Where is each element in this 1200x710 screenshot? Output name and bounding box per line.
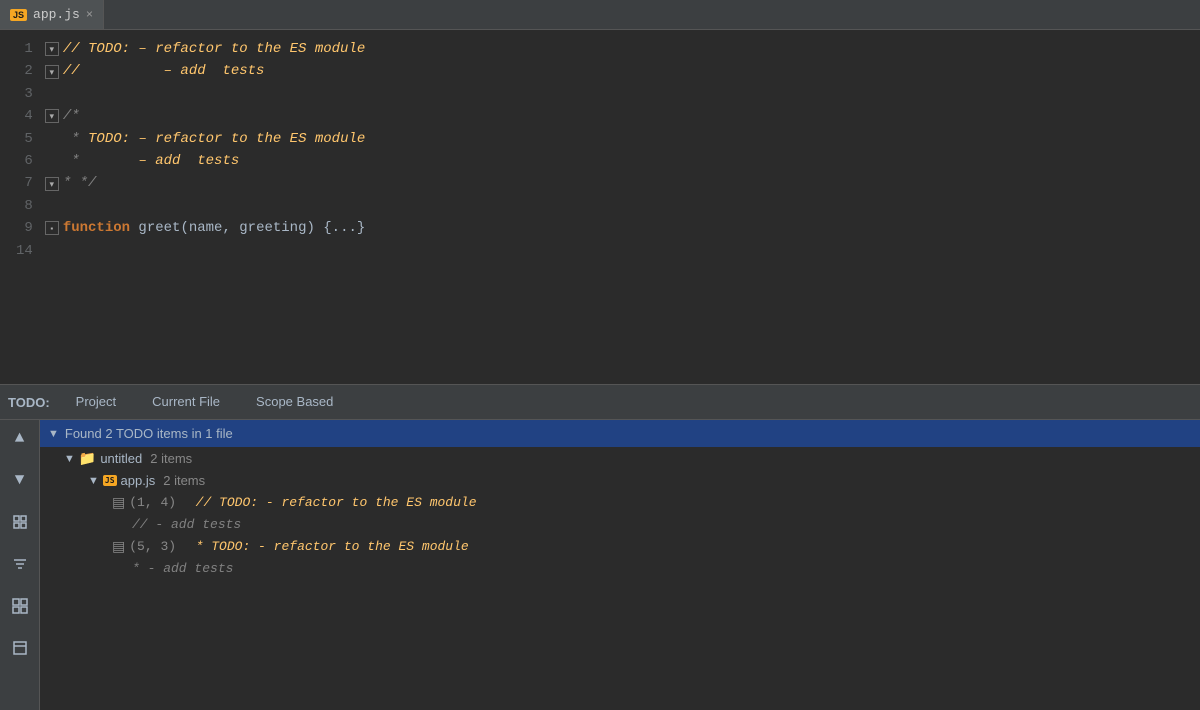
js-icon: JS [10, 9, 27, 21]
fold-icon[interactable]: ▾ [45, 42, 59, 56]
tab-current-file[interactable]: Current File [134, 384, 238, 420]
code-line [45, 240, 1180, 262]
todo-coord-2: (5, 3) [129, 539, 176, 554]
code-text: // – add tests [63, 60, 265, 82]
todo-item-1[interactable]: ▤ (1, 4) // TODO: - refactor to the ES m… [40, 491, 1200, 514]
chevron-down-icon: ▼ [48, 428, 59, 440]
filter-button[interactable] [8, 552, 32, 576]
no-fold [45, 150, 63, 172]
bottom-panel: ▲ ▼ [0, 420, 1200, 710]
fold-icon[interactable]: ▾ [45, 177, 59, 191]
todo-text-1-line2: // - add tests [132, 517, 241, 532]
js-file-icon: JS [103, 475, 117, 486]
code-text: {...} [315, 217, 365, 239]
todo-label: TODO: [8, 395, 50, 410]
code-text [63, 83, 71, 105]
project-count: 2 items [150, 451, 192, 466]
todo-tabs-bar: TODO: Project Current File Scope Based [0, 384, 1200, 420]
chevron-down-icon: ▼ [88, 475, 99, 487]
group-button[interactable] [8, 594, 32, 618]
fold-icon[interactable]: ▾ [45, 65, 59, 79]
code-text: /* [63, 105, 80, 127]
tab-project[interactable]: Project [58, 384, 134, 420]
todo-item-1-line2: // - add tests [40, 514, 1200, 535]
fold-icon[interactable]: ▾ [45, 109, 59, 123]
folder-icon: 📁 [79, 450, 96, 467]
code-line: ▾ * */ [45, 172, 1180, 194]
todo-text-2-line2: * - add tests [132, 561, 233, 576]
project-name: untitled [100, 451, 142, 466]
code-text: * */ [63, 172, 97, 194]
no-fold [45, 195, 63, 217]
code-line: ▾ // TODO: – refactor to the ES module [45, 38, 1180, 60]
tab-scope-based[interactable]: Scope Based [238, 384, 351, 420]
tree-file-item[interactable]: ▼ JS app.js 2 items [40, 470, 1200, 491]
code-line: ▾ /* [45, 105, 1180, 127]
todo-item-2[interactable]: ▤ (5, 3) * TODO: - refactor to the ES mo… [40, 535, 1200, 558]
code-text: // TODO: – refactor to the ES module [63, 38, 365, 60]
code-text: * [63, 150, 139, 172]
tab-filename: app.js [33, 7, 80, 22]
tab-bar: JS app.js × [0, 0, 1200, 30]
code-line [45, 83, 1180, 105]
expand-icon [12, 514, 28, 530]
left-toolbar: ▲ ▼ [0, 420, 40, 710]
todo-item-icon: ▤ [112, 538, 125, 555]
todo-item-icon: ▤ [112, 494, 125, 511]
code-text [63, 195, 71, 217]
layout-icon [12, 640, 28, 656]
code-text: (name, greeting) [180, 217, 314, 239]
todo-text-2: * TODO: - refactor to the ES module [180, 539, 469, 554]
code-line: * – add tests [45, 150, 1180, 172]
close-icon[interactable]: × [86, 8, 93, 22]
tree-header: ▼ Found 2 TODO items in 1 file [40, 420, 1200, 447]
code-text: * [63, 128, 88, 150]
file-name: app.js [121, 473, 156, 488]
code-text: greet [130, 217, 180, 239]
code-line: * TODO: – refactor to the ES module [45, 128, 1180, 150]
file-tab[interactable]: JS app.js × [0, 0, 104, 29]
scroll-up-button[interactable]: ▲ [8, 426, 32, 450]
group-icon [12, 598, 28, 614]
code-line: ▾ // – add tests [45, 60, 1180, 82]
fold-icon[interactable]: ▪ [45, 221, 59, 235]
code-text: – add tests [138, 150, 239, 172]
editor-area: 1 2 3 4 5 6 7 8 9 14 ▾ // TODO: – refact… [0, 30, 1200, 384]
todo-item-2-line2: * - add tests [40, 558, 1200, 579]
tree-header-text: Found 2 TODO items in 1 file [65, 426, 233, 441]
code-line [45, 195, 1180, 217]
code-text: TODO: – refactor to the ES module [88, 128, 365, 150]
filter-icon [12, 556, 28, 572]
code-line: ▪ function greet (name, greeting) {...} [45, 217, 1180, 239]
scroll-down-button[interactable]: ▼ [8, 468, 32, 492]
tree-project-item[interactable]: ▼ 📁 untitled 2 items [40, 447, 1200, 470]
line-numbers: 1 2 3 4 5 6 7 8 9 14 [0, 38, 45, 376]
file-count: 2 items [163, 473, 205, 488]
code-content: ▾ // TODO: – refactor to the ES module ▾… [45, 38, 1200, 376]
code-text [63, 240, 71, 262]
code-keyword: function [63, 217, 130, 239]
tree-area[interactable]: ▼ Found 2 TODO items in 1 file ▼ 📁 untit… [40, 420, 1200, 710]
no-fold [45, 240, 63, 262]
code-container: 1 2 3 4 5 6 7 8 9 14 ▾ // TODO: – refact… [0, 30, 1200, 384]
todo-coord-1: (1, 4) [129, 495, 176, 510]
expand-button[interactable] [8, 510, 32, 534]
no-fold [45, 128, 63, 150]
todo-text-1: // TODO: - refactor to the ES module [180, 495, 476, 510]
layout-button[interactable] [8, 636, 32, 660]
chevron-down-icon: ▼ [64, 453, 75, 465]
no-fold [45, 83, 63, 105]
